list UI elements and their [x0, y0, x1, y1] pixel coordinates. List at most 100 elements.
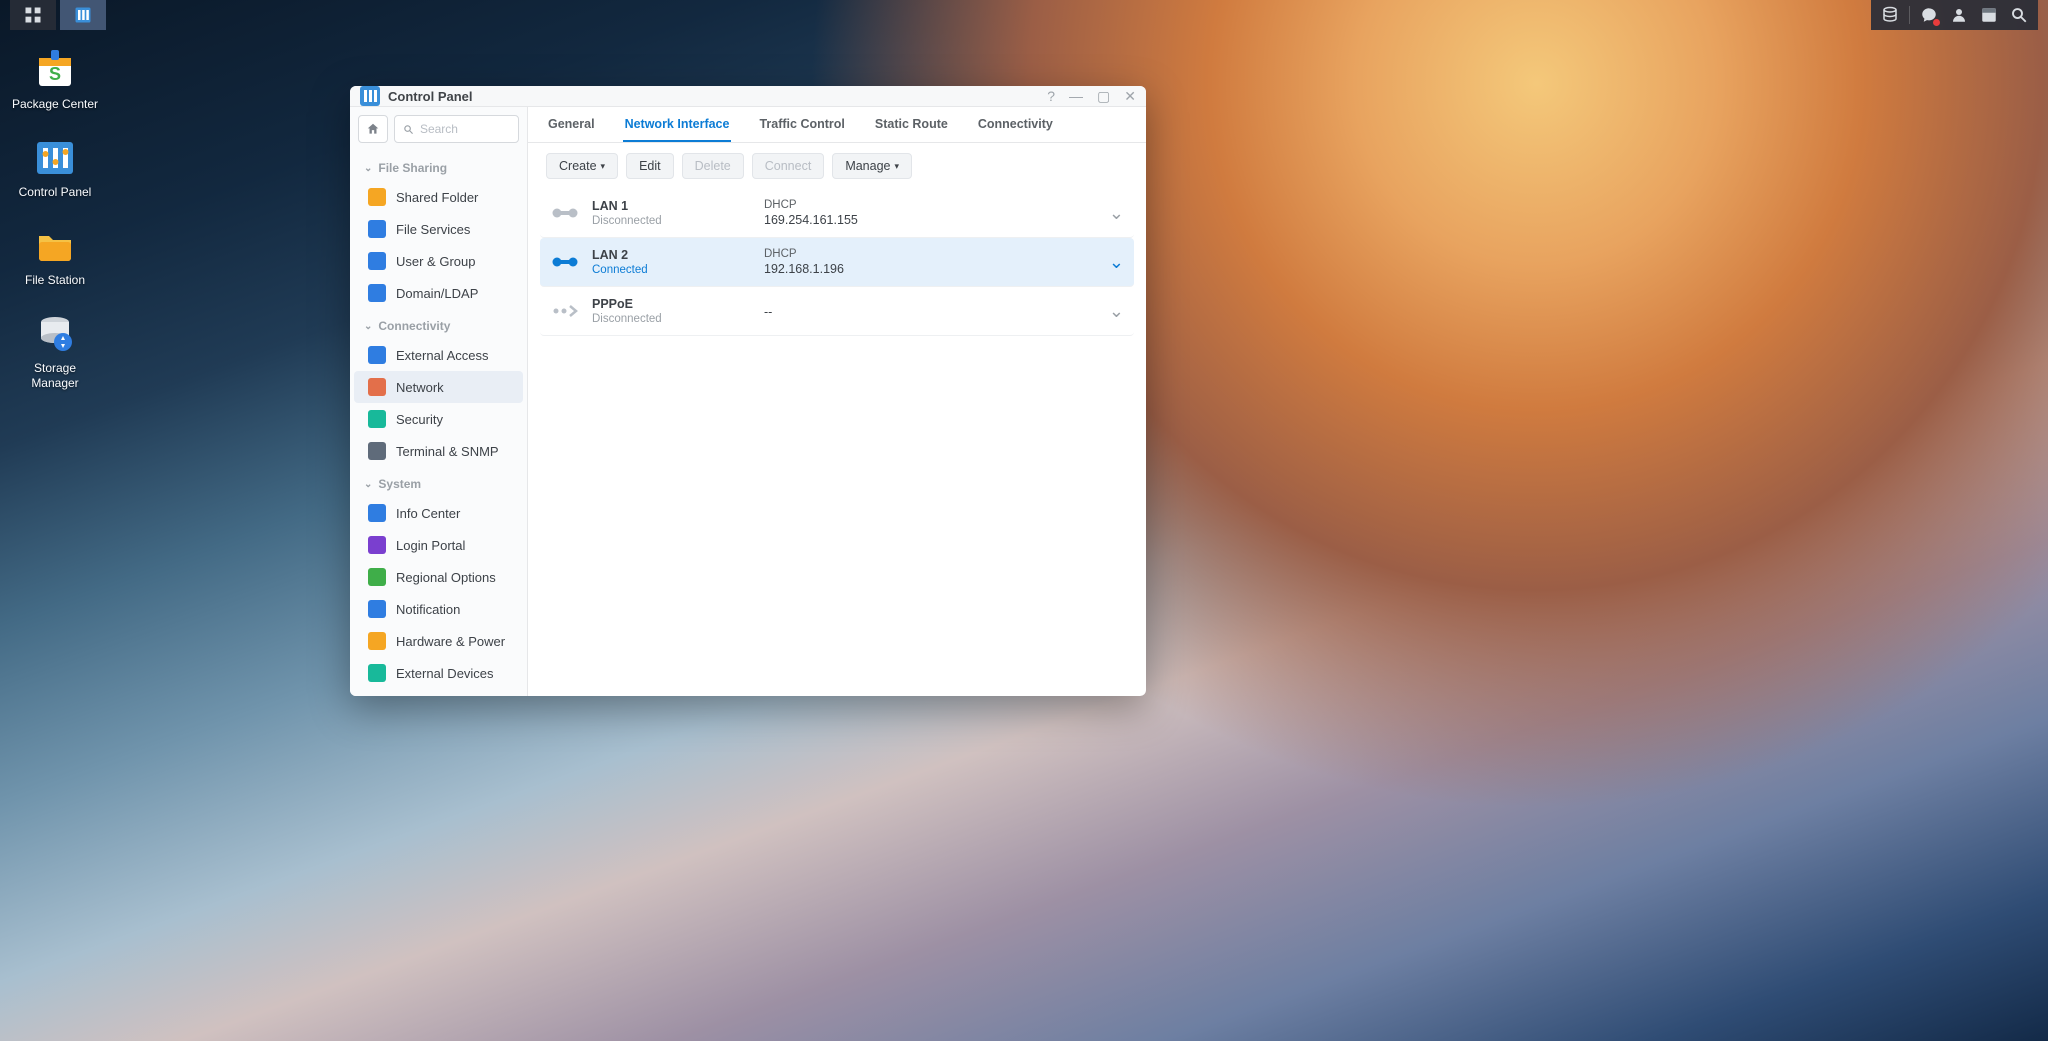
sidebar-item[interactable]: Terminal & SNMP [354, 435, 523, 467]
tray-separator [1909, 6, 1910, 24]
system-tray [1871, 0, 2038, 30]
main-menu-button[interactable] [10, 0, 56, 30]
sidebar: ⌄File SharingShared Folder File Services U… [350, 107, 528, 696]
sidebar-item-icon [368, 284, 386, 302]
sidebar-item[interactable]: External Devices [354, 657, 523, 689]
chevron-down-icon[interactable]: ⌄ [1109, 203, 1124, 224]
sidebar-item-label: Hardware & Power [396, 634, 505, 649]
tab[interactable]: Traffic Control [757, 107, 846, 142]
sidebar-item[interactable]: Info Center [354, 497, 523, 529]
toolbar: Create▾ Edit Delete Connect Manage▾ [528, 143, 1146, 189]
search-field[interactable] [394, 115, 519, 143]
storage-icon[interactable] [1877, 2, 1903, 28]
sidebar-section-header[interactable]: ⌄Connectivity [350, 309, 527, 339]
search-icon[interactable] [2006, 2, 2032, 28]
folder-icon [33, 224, 77, 268]
sidebar-item-label: External Devices [396, 666, 494, 681]
connect-button[interactable]: Connect [752, 153, 825, 179]
chevron-down-icon[interactable]: ⌄ [1109, 252, 1124, 273]
tab[interactable]: Network Interface [623, 107, 732, 142]
sidebar-item-icon [368, 504, 386, 522]
sidebar-item[interactable]: Regional Options [354, 561, 523, 593]
sidebar-item-label: Info Center [396, 506, 460, 521]
interface-row[interactable]: LAN 1DisconnectedDHCP169.254.161.155⌄ [540, 189, 1134, 238]
sidebar-item[interactable]: File Services [354, 213, 523, 245]
sidebar-item-label: Login Portal [396, 538, 465, 553]
home-button[interactable] [358, 115, 388, 143]
sidebar-item[interactable]: Shared Folder [354, 181, 523, 213]
chevron-down-icon: ⌄ [364, 479, 372, 490]
sidebar-item[interactable]: Login Portal [354, 529, 523, 561]
desktop-icon-label: Package Center [12, 97, 98, 112]
sidebar-item[interactable]: User & Group [354, 245, 523, 277]
interface-list: LAN 1DisconnectedDHCP169.254.161.155⌄LAN… [528, 189, 1146, 696]
main-panel: General Network Interface Traffic Control S… [528, 107, 1146, 696]
sidebar-item-icon [368, 410, 386, 428]
interface-row[interactable]: PPPoE Disconnected--⌄ [540, 287, 1134, 336]
taskbar-app-control-panel[interactable] [60, 0, 106, 30]
desktop-icon-storage-manager[interactable]: Storage Manager [10, 312, 100, 391]
help-icon[interactable]: ? [1047, 89, 1055, 103]
desktop-icon-control-panel[interactable]: Control Panel [10, 136, 100, 200]
sidebar-item[interactable]: Domain/LDAP [354, 277, 523, 309]
user-icon[interactable] [1946, 2, 1972, 28]
sidebar-item[interactable]: Network [354, 371, 523, 403]
interface-name: LAN 2 [592, 248, 764, 262]
interface-address: -- [764, 305, 1109, 319]
sidebar-item-icon [368, 220, 386, 238]
close-icon[interactable]: ✕ [1124, 89, 1136, 103]
sidebar-item-icon [368, 442, 386, 460]
desktop-icon-label: File Station [25, 273, 85, 288]
window-titlebar[interactable]: Control Panel ? — ▢ ✕ [350, 86, 1146, 107]
interface-mode: DHCP [764, 248, 1109, 260]
sidebar-item-icon [368, 664, 386, 682]
search-input[interactable] [420, 122, 510, 136]
storage-manager-icon [33, 312, 77, 356]
chevron-down-icon[interactable]: ⌄ [1109, 301, 1124, 322]
sidebar-item[interactable]: Hardware & Power [354, 625, 523, 657]
desktop-icon-file-station[interactable]: File Station [10, 224, 100, 288]
app-icon [360, 86, 380, 106]
interface-row[interactable]: LAN 2ConnectedDHCP192.168.1.196⌄ [540, 238, 1134, 287]
interface-address: 169.254.161.155 [764, 213, 1109, 227]
sidebar-section-header[interactable]: ⌄File Sharing [350, 151, 527, 181]
create-button[interactable]: Create▾ [546, 153, 618, 179]
sidebar-item-label: File Services [396, 222, 470, 237]
desktop-icon-package-center[interactable]: S Package Center [10, 48, 100, 112]
interface-status: Disconnected [592, 313, 764, 325]
sidebar-item-icon [368, 188, 386, 206]
sidebar-item-label: User & Group [396, 254, 475, 269]
maximize-icon[interactable]: ▢ [1097, 89, 1110, 103]
sidebar-item-label: Domain/LDAP [396, 286, 478, 301]
nic-icon [550, 296, 580, 326]
delete-button[interactable]: Delete [682, 153, 744, 179]
sidebar-item-label: Regional Options [396, 570, 496, 585]
edit-button[interactable]: Edit [626, 153, 674, 179]
interface-name: PPPoE [592, 297, 764, 311]
chat-icon[interactable] [1916, 2, 1942, 28]
desktop: S Package Center Control Panel File Stat… [0, 0, 2048, 1041]
interface-name: LAN 1 [592, 199, 764, 213]
sidebar-section-label: System [378, 477, 421, 491]
widgets-icon[interactable] [1976, 2, 2002, 28]
interface-mode: DHCP [764, 199, 1109, 211]
chevron-down-icon: ⌄ [364, 163, 372, 174]
sidebar-item[interactable]: Notification [354, 593, 523, 625]
tab-bar: General Network Interface Traffic Control S… [528, 107, 1146, 143]
sidebar-item-label: Notification [396, 602, 460, 617]
window-title: Control Panel [388, 89, 1047, 104]
control-panel-icon [33, 136, 77, 180]
sidebar-item-label: Network [396, 380, 444, 395]
sidebar-item-icon [368, 252, 386, 270]
taskbar-left [10, 0, 106, 30]
manage-button[interactable]: Manage▾ [832, 153, 912, 179]
sidebar-item-label: Terminal & SNMP [396, 444, 499, 459]
minimize-icon[interactable]: — [1069, 89, 1083, 103]
sidebar-section-header[interactable]: ⌄ System [350, 467, 527, 497]
sidebar-item[interactable]: Security [354, 403, 523, 435]
tab[interactable]: General [546, 107, 597, 142]
tab[interactable]: Connectivity [976, 107, 1055, 142]
tab[interactable]: Static Route [873, 107, 950, 142]
sidebar-item[interactable]: External Access [354, 339, 523, 371]
sidebar-item-icon [368, 568, 386, 586]
